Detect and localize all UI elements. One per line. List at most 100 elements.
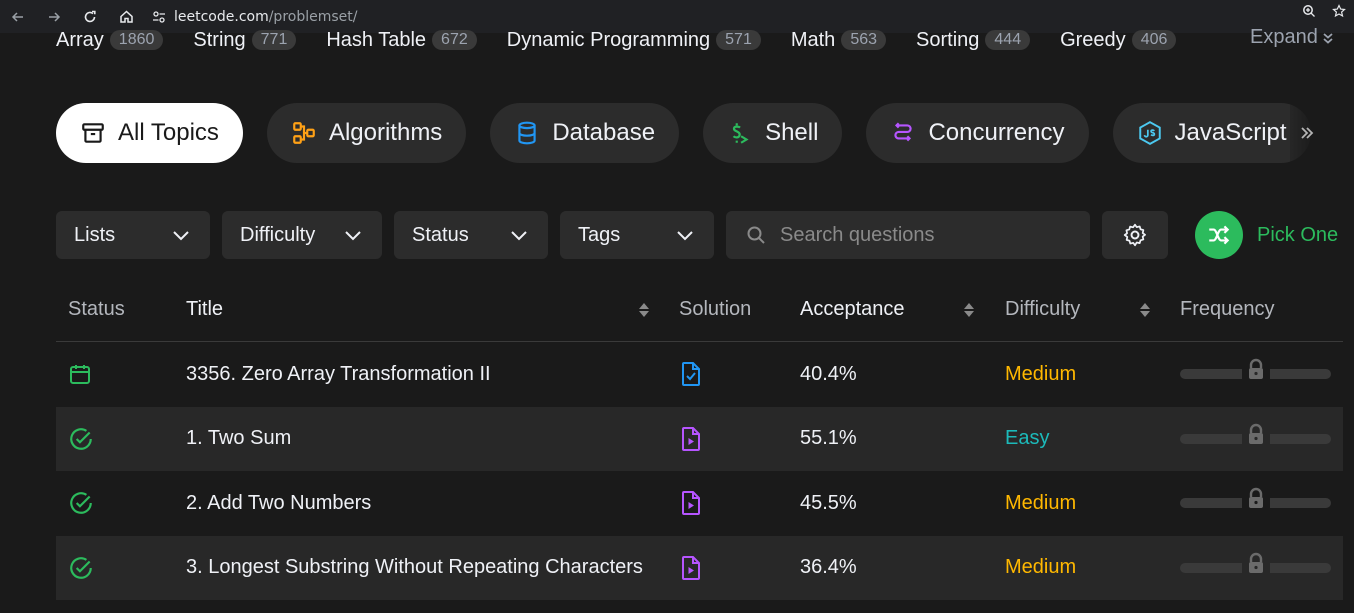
settings-button[interactable] — [1102, 211, 1168, 259]
tag-name: Greedy — [1060, 28, 1126, 51]
tab-label: Concurrency — [928, 119, 1065, 146]
problem-title-link[interactable]: 2. Add Two Numbers — [186, 492, 679, 515]
acceptance-value: 45.5% — [800, 491, 857, 514]
frequency-bar — [1180, 484, 1331, 513]
zoom-icon[interactable] — [1294, 4, 1324, 18]
tag-greedy[interactable]: Greedy 406 — [1060, 28, 1177, 52]
sort-icon[interactable] — [1139, 301, 1151, 319]
back-button[interactable] — [0, 6, 36, 28]
tag-name: Hash Table — [326, 28, 427, 51]
frequency-bar — [1180, 548, 1331, 577]
terminal-icon — [732, 123, 749, 144]
video-doc-icon[interactable] — [679, 490, 703, 516]
tab-label: JavaScript — [1174, 119, 1287, 146]
video-doc-icon[interactable] — [679, 555, 703, 581]
url-host: leetcode.com — [174, 8, 269, 25]
difficulty-label: Medium — [1005, 491, 1077, 514]
lock-icon[interactable] — [1242, 419, 1270, 448]
acceptance-value: 36.4% — [800, 556, 857, 579]
lock-icon[interactable] — [1242, 355, 1270, 384]
pick-one-button[interactable]: Pick One — [1195, 211, 1338, 259]
difficulty-dropdown[interactable]: Difficulty — [222, 211, 382, 259]
scroll-topics-right-button[interactable] — [1290, 103, 1354, 163]
tag-name: Dynamic Programming — [506, 28, 711, 51]
tab-label: All Topics — [118, 119, 219, 146]
tab-concurrency[interactable]: Concurrency — [866, 103, 1089, 163]
expand-label: Expand — [1250, 26, 1318, 48]
table-row: 1. Two Sum 55.1% Easy — [56, 406, 1343, 471]
tags-dropdown[interactable]: Tags — [560, 211, 714, 259]
tag-hash-table[interactable]: Hash Table 672 — [326, 28, 477, 52]
tag-math[interactable]: Math 563 — [790, 28, 887, 52]
sort-icon[interactable] — [963, 301, 975, 319]
header-label: Frequency — [1180, 298, 1275, 320]
tag-array[interactable]: Array 1860 — [56, 28, 164, 52]
reload-button[interactable] — [72, 6, 108, 28]
header-acceptance[interactable]: Acceptance — [800, 278, 1005, 342]
forward-button[interactable] — [36, 6, 72, 28]
table-row: 3. Longest Substring Without Repeating C… — [56, 535, 1343, 600]
lists-dropdown[interactable]: Lists — [56, 211, 210, 259]
calendar-icon[interactable] — [68, 362, 92, 386]
chevron-down-icon — [173, 231, 189, 241]
bookmark-star-icon[interactable] — [1324, 4, 1354, 18]
frequency-cell — [1180, 355, 1343, 384]
lock-icon[interactable] — [1242, 548, 1270, 577]
dropdown-label: Status — [412, 223, 469, 246]
tag-count: 771 — [251, 30, 297, 50]
archive-icon — [82, 123, 104, 143]
frequency-cell — [1180, 548, 1343, 577]
acceptance-value: 40.4% — [800, 362, 857, 385]
tab-label: Database — [552, 119, 656, 146]
tab-javascript[interactable]: JavaScript — [1112, 103, 1311, 163]
solution-cell — [679, 555, 800, 581]
problem-title-link[interactable]: 3. Longest Substring Without Repeating C… — [186, 556, 646, 579]
status-dropdown[interactable]: Status — [394, 211, 548, 259]
tag-name: Math — [790, 28, 836, 51]
frequency-cell — [1180, 484, 1343, 513]
tab-database[interactable]: Database — [490, 103, 680, 163]
database-icon — [518, 121, 536, 145]
tag-string[interactable]: String 771 — [193, 29, 297, 52]
tab-all-topics[interactable]: All Topics — [56, 103, 243, 163]
site-settings-icon[interactable] — [152, 10, 166, 24]
tag-sorting[interactable]: Sorting 444 — [916, 29, 1031, 52]
tab-algorithms[interactable]: Algorithms — [266, 103, 467, 163]
header-difficulty[interactable]: Difficulty — [1005, 278, 1180, 342]
home-button[interactable] — [108, 6, 144, 28]
tag-bar: Array 1860 String 771 Hash Table 672 Dynami… — [56, 26, 1206, 54]
address-bar[interactable]: leetcode.com/problemset/ — [152, 6, 357, 28]
search-input[interactable] — [780, 223, 1080, 247]
status-cell — [56, 490, 186, 516]
check-circle-icon — [70, 556, 92, 579]
tag-name: Array — [56, 28, 104, 51]
header-status: Status — [56, 278, 186, 342]
video-doc-icon[interactable] — [679, 426, 703, 452]
tab-shell[interactable]: Shell — [703, 103, 843, 163]
problem-title-link[interactable]: 3356. Zero Array Transformation II — [186, 363, 679, 386]
concurrency-icon — [894, 122, 913, 142]
gear-icon — [1123, 223, 1146, 247]
sort-icon[interactable] — [638, 301, 650, 319]
solution-cell — [679, 490, 800, 516]
table-row: 2. Add Two Numbers 45.5% Medium — [56, 471, 1343, 536]
dropdown-label: Lists — [74, 223, 116, 246]
tag-dynamic-programming[interactable]: Dynamic Programming 571 — [507, 29, 761, 52]
problem-title-link[interactable]: 1. Two Sum — [186, 427, 679, 450]
tag-count: 444 — [985, 30, 1031, 50]
header-label: Solution — [679, 298, 752, 320]
header-label: Status — [68, 298, 125, 320]
search-box — [726, 211, 1090, 259]
doc-check-icon[interactable] — [679, 361, 703, 387]
topic-tabs: All Topics Algorithms Database Shell Con… — [56, 103, 1311, 163]
lock-icon[interactable] — [1242, 484, 1270, 513]
search-icon — [747, 226, 765, 244]
tab-label: Shell — [765, 119, 819, 146]
dropdown-label: Tags — [578, 223, 621, 246]
table-row: 3356. Zero Array Transformation II 40.4%… — [56, 342, 1343, 407]
tag-count: 672 — [432, 30, 477, 50]
tags-expand-button[interactable]: Expand — [1250, 26, 1334, 49]
solution-cell — [679, 361, 800, 387]
header-label: Acceptance — [800, 298, 905, 320]
header-title[interactable]: Title — [186, 278, 679, 342]
